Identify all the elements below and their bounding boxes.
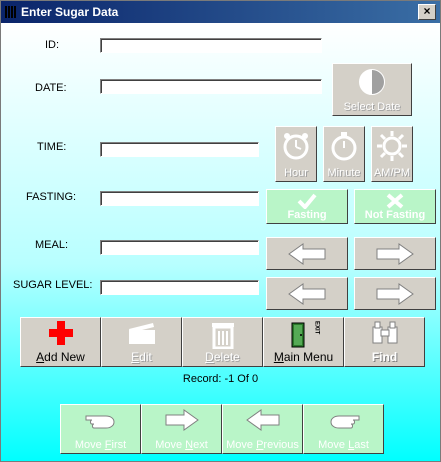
sugar-level-label: SUGAR LEVEL: [13,279,93,291]
move-next-button[interactable]: Move Next [141,404,222,454]
move-first-label: Move First [74,439,127,451]
id-label: ID: [45,39,60,51]
arrow-right-icon [355,283,435,305]
fasting-button[interactable]: Fasting [266,189,348,224]
meal-label: MEAL: [35,239,69,251]
form-area: ID: DATE: TIME: FASTING: MEAL: SUGAR LEV… [1,23,440,461]
delete-label: Delete [205,350,240,364]
move-first-button[interactable]: Move First [60,404,141,454]
checkmark-icon [267,193,347,209]
x-mark-icon [355,193,435,209]
arrow-left-icon [223,408,302,432]
sugar-prev-button[interactable] [266,277,348,310]
ampm-button[interactable]: AM/PM [371,126,413,182]
move-last-button[interactable]: Move Last [303,404,384,454]
not-fasting-button[interactable]: Not Fasting [354,189,436,224]
half-moon-icon [333,67,411,97]
clapperboard-icon [102,321,181,345]
exit-vertical-text: EXIT [313,321,320,335]
close-button[interactable]: × [418,4,436,20]
find-label: Find [371,350,398,364]
date-label: DATE: [35,82,67,94]
edit-button[interactable]: Edit [101,317,182,367]
hour-button[interactable]: Hour [275,126,317,182]
fasting-button-label: Fasting [287,209,327,221]
arrow-right-icon [142,408,221,432]
ampm-label: AM/PM [373,167,411,179]
not-fasting-button-label: Not Fasting [364,209,426,221]
alarm-clock-icon [276,130,316,162]
meal-prev-button[interactable] [266,237,348,270]
arrow-right-icon [355,243,435,265]
move-previous-button[interactable]: Move Previous [222,404,303,454]
meal-next-button[interactable] [354,237,436,270]
date-field[interactable] [100,79,322,94]
record-counter: Record: -1 Of 0 [182,373,259,385]
main-menu-label: Main Menu [273,350,334,364]
add-new-label: Add New [36,350,85,364]
minute-label: Minute [327,167,361,179]
arrow-left-icon [267,243,347,265]
time-label: TIME: [37,141,67,153]
sugar-level-field[interactable] [100,280,259,295]
edit-label: Edit [131,350,152,364]
minute-button[interactable]: Minute [323,126,365,182]
move-previous-label: Move Previous [226,439,299,451]
binoculars-icon [345,321,424,345]
enter-sugar-data-window: Enter Sugar Data × ID: DATE: TIME: FASTI… [0,0,441,462]
move-next-label: Move Next [155,439,208,451]
delete-button[interactable]: Delete [182,317,263,367]
app-icon [5,6,16,18]
stopwatch-icon [324,130,364,162]
pointing-hand-left-icon [61,408,140,432]
arrow-left-icon [267,283,347,305]
hour-label: Hour [284,167,308,179]
move-last-label: Move Last [318,439,369,451]
fasting-field[interactable] [100,191,259,206]
sun-icon [372,130,412,162]
find-button[interactable]: Find [344,317,425,367]
plus-icon [21,321,100,345]
add-new-button[interactable]: Add New [20,317,101,367]
meal-field[interactable] [100,240,259,255]
sugar-next-button[interactable] [354,277,436,310]
select-date-label: Select Date [343,101,401,113]
pointing-hand-right-icon [304,408,383,432]
exit-door-icon: EXIT [264,321,343,349]
select-date-button[interactable]: Select Date [332,63,412,116]
main-menu-button[interactable]: EXIT Main Menu [263,317,344,367]
time-field[interactable] [100,142,259,157]
trash-can-icon [183,321,262,349]
title-bar[interactable]: Enter Sugar Data × [1,1,440,23]
id-field[interactable] [100,38,322,53]
window-title: Enter Sugar Data [21,5,119,19]
fasting-label: FASTING: [26,191,77,203]
